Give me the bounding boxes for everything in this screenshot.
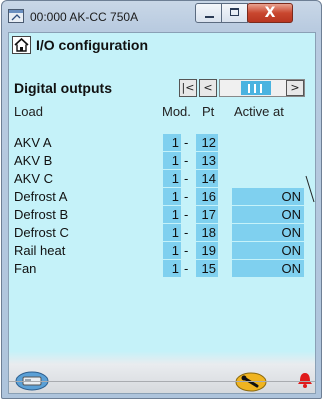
load-name: Defrost B xyxy=(14,207,69,222)
separator: - xyxy=(184,153,189,168)
module-value[interactable]: 1 xyxy=(163,188,181,205)
previous-page-button[interactable]: < xyxy=(199,79,217,97)
separator: - xyxy=(184,135,189,150)
point-value[interactable]: 18 xyxy=(196,224,218,241)
active-at-value[interactable]: ON xyxy=(232,206,304,223)
load-name: Rail heat xyxy=(14,243,66,258)
close-icon: X xyxy=(264,5,276,21)
point-value[interactable]: 15 xyxy=(196,260,218,277)
load-name: Defrost A xyxy=(14,189,68,204)
active-at-value[interactable]: ON xyxy=(232,242,304,259)
table-row[interactable]: AKV C 1 - 14 xyxy=(9,170,315,188)
load-name: AKV B xyxy=(14,153,53,168)
column-header-pt: Pt xyxy=(202,104,215,119)
table-row[interactable]: Defrost B 1 - 17 ON xyxy=(9,206,315,224)
alarm-bell-icon[interactable] xyxy=(296,371,314,389)
scrollbar-thumb[interactable] xyxy=(241,81,271,95)
grip-line xyxy=(260,84,262,93)
load-name: Defrost C xyxy=(14,225,69,240)
window-title: 00:000 AK-CC 750A xyxy=(30,10,139,24)
module-value[interactable]: 1 xyxy=(163,224,181,241)
previous-page-icon: < xyxy=(203,81,213,94)
home-icon xyxy=(14,37,29,52)
active-at-value[interactable]: ON xyxy=(232,224,304,241)
active-at-value[interactable]: ON xyxy=(232,260,304,277)
point-value[interactable]: 12 xyxy=(196,134,218,151)
table-row[interactable]: AKV A 1 - 12 xyxy=(9,134,315,152)
close-button[interactable]: X xyxy=(247,3,293,23)
minimize-button[interactable] xyxy=(195,3,222,23)
next-page-button[interactable]: > xyxy=(286,80,304,96)
table-row[interactable]: Defrost A 1 - 16 ON xyxy=(9,188,315,206)
separator: - xyxy=(184,171,189,186)
module-value[interactable]: 1 xyxy=(163,260,181,277)
module-value[interactable]: 1 xyxy=(163,242,181,259)
column-header-load: Load xyxy=(14,104,43,119)
table-row[interactable]: Fan 1 - 15 ON xyxy=(9,260,315,278)
separator: - xyxy=(184,243,189,258)
load-name: Fan xyxy=(14,261,37,276)
service-tool-icon[interactable] xyxy=(235,372,267,392)
next-page-icon: > xyxy=(290,81,300,94)
point-value[interactable]: 14 xyxy=(196,170,218,187)
first-page-icon: |< xyxy=(181,81,195,94)
column-header-mod: Mod. xyxy=(162,104,191,119)
point-value[interactable]: 17 xyxy=(196,206,218,223)
separator: - xyxy=(184,189,189,204)
footer-divider xyxy=(9,381,315,382)
table-row[interactable]: AKV B 1 - 13 xyxy=(9,152,315,170)
page-header: I/O configuration xyxy=(9,33,315,58)
load-name: AKV C xyxy=(14,171,54,186)
page-scrollbar[interactable]: > xyxy=(219,79,305,97)
table-row[interactable]: Defrost C 1 - 18 ON xyxy=(9,224,315,242)
app-window: 00:000 AK-CC 750A X I/O configuration Di… xyxy=(1,0,322,399)
maximize-button[interactable] xyxy=(221,3,248,23)
separator: - xyxy=(184,207,189,222)
title-bar[interactable]: 00:000 AK-CC 750A X xyxy=(2,1,321,31)
app-window-icon xyxy=(8,9,24,23)
page-title: I/O configuration xyxy=(36,37,148,53)
client-area: I/O configuration Digital outputs |< < > xyxy=(8,32,316,394)
module-value[interactable]: 1 xyxy=(163,170,181,187)
module-value[interactable]: 1 xyxy=(163,206,181,223)
home-button[interactable] xyxy=(12,36,31,54)
first-page-button[interactable]: |< xyxy=(179,79,197,97)
separator: - xyxy=(184,261,189,276)
cursor-icon xyxy=(305,175,315,203)
section-title: Digital outputs xyxy=(14,80,112,96)
module-value[interactable]: 1 xyxy=(163,152,181,169)
active-at-value[interactable]: ON xyxy=(232,188,304,205)
minimize-icon xyxy=(205,16,214,18)
load-name: AKV A xyxy=(14,135,52,150)
maximize-icon xyxy=(230,8,239,16)
column-header-active-at: Active at xyxy=(234,104,284,119)
point-value[interactable]: 19 xyxy=(196,242,218,259)
footer-bar xyxy=(9,351,315,393)
point-value[interactable]: 13 xyxy=(196,152,218,169)
module-value[interactable]: 1 xyxy=(163,134,181,151)
separator: - xyxy=(184,225,189,240)
section-bar: Digital outputs |< < > xyxy=(9,76,315,100)
point-value[interactable]: 16 xyxy=(196,188,218,205)
table-row[interactable]: Rail heat 1 - 19 ON xyxy=(9,242,315,260)
grip-line xyxy=(254,84,256,93)
grip-line xyxy=(248,84,250,93)
